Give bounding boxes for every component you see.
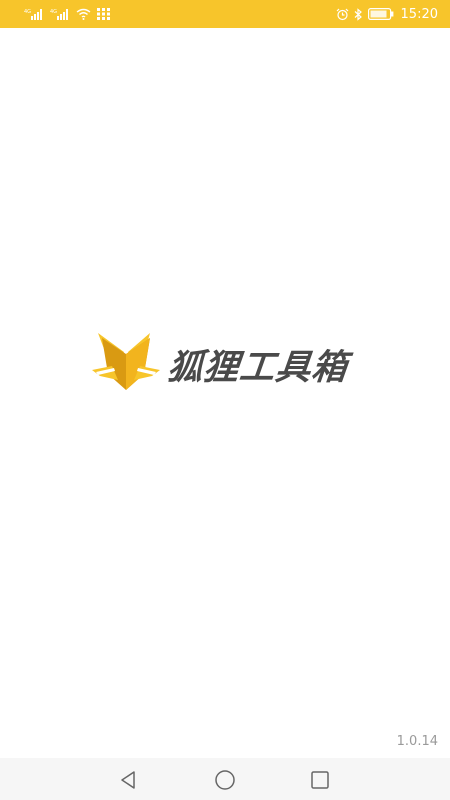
fox-logo-icon [92, 330, 160, 398]
wifi-icon [76, 8, 91, 20]
status-bar: 4G 4G 15:20 [0, 0, 450, 28]
home-circle-icon [214, 769, 236, 791]
nav-home-button[interactable] [212, 767, 238, 793]
app-logo-lockup: 狐狸工具箱 [92, 330, 362, 398]
apps-grid-icon [97, 8, 110, 20]
recents-square-icon [310, 770, 330, 790]
splash-screen: 4G 4G 15:20 狐狸工具箱 1.0.14 [0, 0, 450, 800]
system-nav-bar [0, 758, 450, 800]
status-time: 15:20 [400, 6, 438, 22]
app-version: 1.0.14 [396, 734, 438, 749]
nav-recents-button[interactable] [307, 767, 333, 793]
svg-text:4G: 4G [50, 9, 57, 15]
status-right: 15:20 [336, 6, 438, 22]
svg-text:4G: 4G [24, 9, 31, 15]
status-left: 4G 4G [24, 6, 110, 22]
battery-icon [367, 8, 394, 20]
bluetooth-icon [354, 7, 363, 21]
brand-name: 狐狸工具箱 [165, 347, 350, 388]
signal-icon-1: 4G [24, 8, 44, 20]
nav-back-button[interactable] [115, 767, 141, 793]
signal-icon-2: 4G [50, 8, 70, 20]
back-triangle-icon [118, 770, 138, 790]
alarm-icon [336, 8, 349, 21]
